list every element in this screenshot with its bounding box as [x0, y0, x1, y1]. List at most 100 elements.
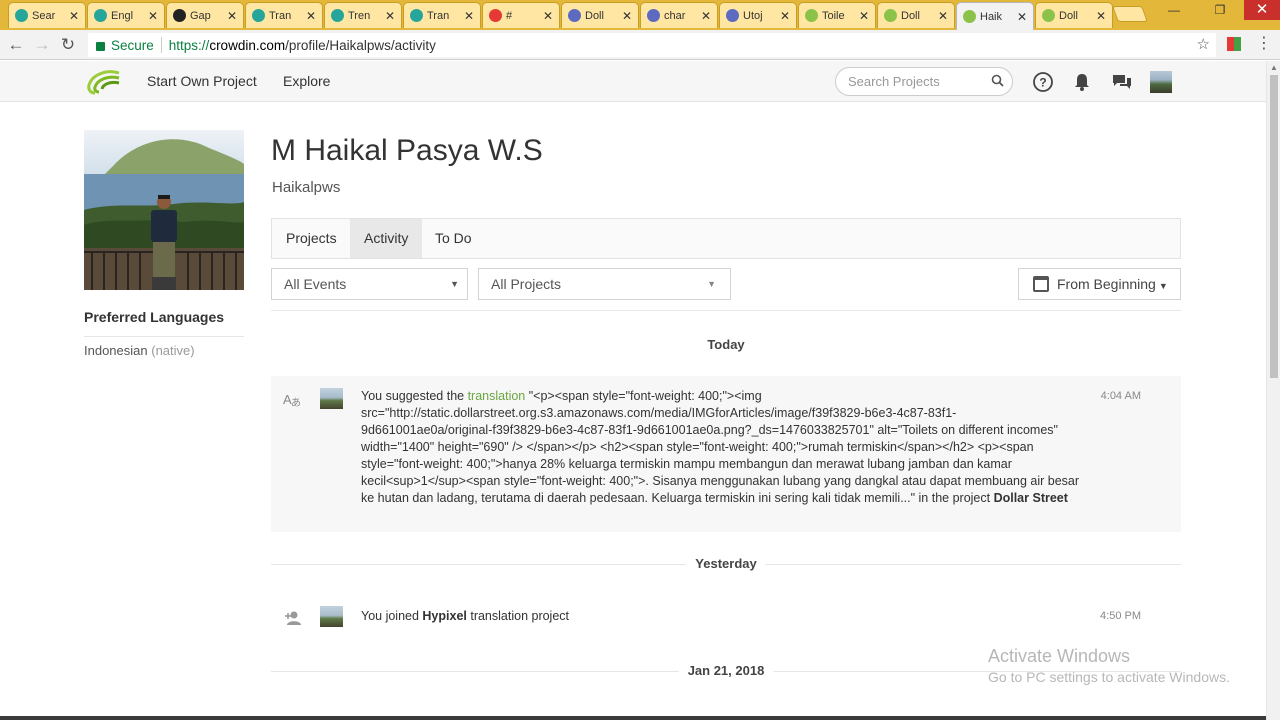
tab-title: Tran: [427, 9, 450, 22]
browser-tab[interactable]: Sear ✕: [8, 2, 86, 28]
bookmark-star-icon[interactable]: ☆: [1197, 35, 1210, 53]
browser-tab[interactable]: Tran ✕: [245, 2, 323, 28]
tab-todo[interactable]: To Do: [421, 219, 486, 258]
tab-close-icon[interactable]: ✕: [622, 9, 632, 23]
tab-favicon-icon: [568, 9, 581, 22]
tab-activity[interactable]: Activity: [350, 219, 423, 258]
activity-text: You suggested the translation "<p><span …: [361, 389, 1080, 505]
tab-favicon-icon: [489, 9, 502, 22]
events-filter-select[interactable]: All Events ▼: [271, 268, 468, 300]
divider: [271, 310, 1181, 311]
tab-title: Utoj: [743, 9, 763, 22]
browser-tab[interactable]: Doll ✕: [561, 2, 639, 28]
tab-favicon-icon: [15, 9, 28, 22]
browser-menu-icon[interactable]: ⋮: [1256, 36, 1272, 52]
browser-tab[interactable]: Gap ✕: [166, 2, 244, 28]
tab-title: Gap: [190, 9, 211, 22]
notifications-bell-icon[interactable]: [1071, 71, 1093, 93]
start-own-project-link[interactable]: Start Own Project: [147, 73, 257, 89]
tab-close-icon[interactable]: ✕: [543, 9, 553, 23]
tab-title: Doll: [1059, 9, 1078, 22]
browser-tab-strip: Sear ✕ Engl ✕ Gap ✕ Tran ✕ Tren ✕ Tran ✕ # ✕ Doll ✕ char…: [0, 0, 1280, 30]
day-separator-yesterday: Yesterday: [271, 554, 1181, 574]
explore-link[interactable]: Explore: [283, 73, 330, 89]
browser-tab[interactable]: Tren ✕: [324, 2, 402, 28]
activate-windows-title: Activate Windows: [988, 646, 1131, 666]
tab-close-icon[interactable]: ✕: [938, 9, 948, 23]
day-separator-today: Today: [271, 335, 1181, 355]
tab-close-icon[interactable]: ✕: [859, 9, 869, 23]
page-scrollbar[interactable]: ▲: [1266, 61, 1280, 720]
tab-close-icon[interactable]: ✕: [1096, 9, 1106, 23]
reload-icon[interactable]: ↻: [58, 35, 78, 55]
restore-button[interactable]: ❐: [1206, 0, 1234, 20]
tab-title: char: [664, 9, 686, 22]
tab-close-icon[interactable]: ✕: [1017, 10, 1027, 24]
preferred-languages-title: Preferred Languages: [84, 309, 225, 325]
browser-tab[interactable]: Toile ✕: [798, 2, 876, 28]
preferred-language-item: Indonesian (native): [84, 343, 195, 358]
date-range-button[interactable]: From Beginning ▼: [1018, 268, 1181, 300]
browser-tab[interactable]: # ✕: [482, 2, 560, 28]
tab-title: Toile: [822, 9, 845, 22]
browser-tab[interactable]: Haik ✕: [956, 2, 1034, 30]
tab-title: Doll: [585, 9, 604, 22]
tab-close-icon[interactable]: ✕: [780, 9, 790, 23]
tab-projects[interactable]: Projects: [272, 219, 351, 258]
lock-icon: [96, 41, 105, 51]
tab-title: Tran: [269, 9, 292, 22]
tab-favicon-icon: [884, 9, 897, 22]
tab-close-icon[interactable]: ✕: [464, 9, 474, 23]
messages-icon[interactable]: [1111, 71, 1133, 93]
tab-close-icon[interactable]: ✕: [701, 9, 711, 23]
project-link[interactable]: Hypixel: [422, 609, 466, 623]
tab-favicon-icon: [805, 9, 818, 22]
search-icon[interactable]: [991, 74, 1004, 87]
search-box: [835, 67, 1013, 96]
browser-tab[interactable]: Doll ✕: [877, 2, 955, 28]
profile-tabs: Projects Activity To Do: [271, 218, 1181, 259]
secure-label: Secure: [111, 37, 154, 53]
site-header: Start Own Project Explore ?: [0, 61, 1266, 102]
tab-title: Haik: [980, 10, 1003, 23]
crowdin-logo[interactable]: [86, 69, 122, 95]
projects-filter-select[interactable]: All Projects ▼: [478, 268, 731, 300]
browser-tab[interactable]: char ✕: [640, 2, 718, 28]
tab-favicon-icon: [410, 9, 423, 22]
tab-close-icon[interactable]: ✕: [148, 9, 158, 23]
forward-arrow-icon[interactable]: →: [32, 35, 52, 55]
scrollbar-thumb[interactable]: [1270, 75, 1278, 378]
activity-avatar: [320, 388, 343, 409]
search-input[interactable]: [848, 74, 988, 89]
tab-close-icon[interactable]: ✕: [69, 9, 79, 23]
minimize-button[interactable]: —: [1160, 0, 1188, 20]
activity-time: 4:50 PM: [1100, 610, 1141, 622]
help-icon[interactable]: ?: [1032, 71, 1054, 93]
activate-windows-subtitle: Go to PC settings to activate Windows.: [988, 669, 1230, 685]
project-link[interactable]: Dollar Street: [994, 491, 1068, 505]
new-tab-button[interactable]: [1112, 6, 1148, 22]
tab-close-icon[interactable]: ✕: [385, 9, 395, 23]
browser-tab[interactable]: Doll ✕: [1035, 2, 1113, 28]
divider: [84, 336, 244, 337]
translation-link[interactable]: translation: [468, 389, 526, 403]
browser-tab[interactable]: Tran ✕: [403, 2, 481, 28]
tab-close-icon[interactable]: ✕: [306, 9, 316, 23]
tab-favicon-icon: [173, 9, 186, 22]
tab-title: Sear: [32, 9, 56, 22]
tab-close-icon[interactable]: ✕: [227, 9, 237, 23]
address-bar[interactable]: Secure https://crowdin.com/profile/Haika…: [88, 33, 1216, 57]
extension-icon[interactable]: [1227, 37, 1241, 51]
taskbar-edge: [0, 716, 1266, 720]
activity-time: 4:04 AM: [1100, 390, 1141, 402]
browser-tab[interactable]: Utoj ✕: [719, 2, 797, 28]
tab-favicon-icon: [963, 10, 976, 23]
browser-tab[interactable]: Engl ✕: [87, 2, 165, 28]
window-close-button[interactable]: ✕: [1244, 0, 1280, 20]
user-avatar[interactable]: [1150, 71, 1172, 93]
back-arrow-icon[interactable]: ←: [6, 35, 26, 55]
activity-item: A あ You suggested the translation "<p><s…: [271, 376, 1181, 532]
tab-title: #: [506, 9, 513, 22]
dropdown-caret-icon: ▼: [1158, 281, 1168, 291]
tab-title: Engl: [111, 9, 134, 22]
